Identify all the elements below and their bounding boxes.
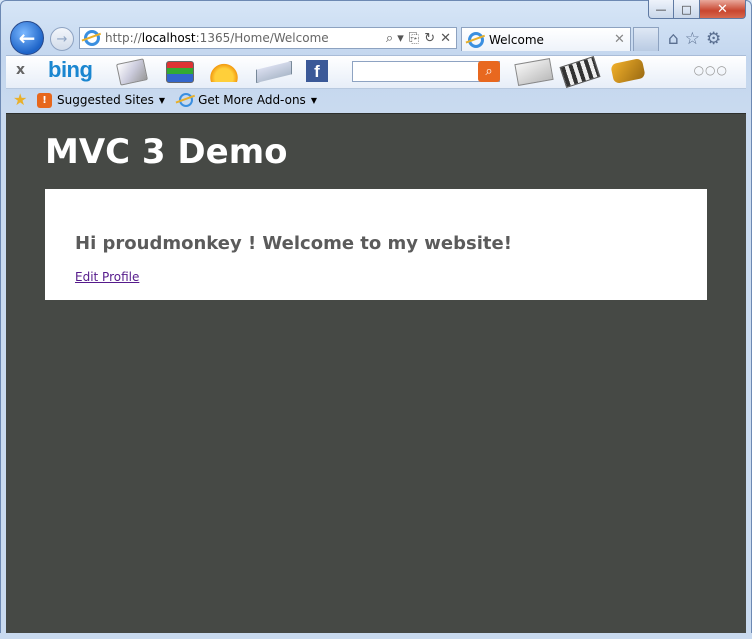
bottom-frame — [0, 633, 752, 639]
back-button[interactable]: ← — [10, 21, 44, 55]
add-favorites-star-icon[interactable]: ★ — [13, 91, 31, 109]
weather-icon[interactable] — [210, 60, 238, 82]
browser-window: — □ ✕ ← → http://localhost:1365/Home/Wel… — [0, 0, 752, 639]
suggested-sites-button[interactable]: ! Suggested Sites ▼ — [37, 92, 166, 108]
facebook-icon[interactable]: f — [306, 60, 328, 82]
movies-icon[interactable] — [559, 55, 601, 89]
favorites-bar: ★ ! Suggested Sites ▼ Get More Add-ons ▼ — [6, 88, 746, 112]
welcome-panel: Hi proudmonkey ! Welcome to my website! … — [45, 189, 707, 300]
address-bar[interactable]: http://localhost:1365/Home/Welcome ⌕ ▾ ⎘… — [79, 27, 457, 49]
stop-icon[interactable]: ✕ — [440, 31, 451, 46]
minimize-button[interactable]: — — [648, 0, 674, 19]
suggested-sites-label: Suggested Sites — [57, 93, 154, 107]
mail-icon[interactable] — [256, 61, 292, 83]
chevron-down-icon: ▼ — [310, 95, 317, 105]
news-icon[interactable] — [116, 58, 148, 86]
address-tools: ⌕ ▾ ⎘ ↻ ✕ — [386, 31, 456, 46]
url-host: localhost — [141, 31, 196, 45]
gear-icon[interactable]: ⚙ — [706, 29, 721, 49]
more-options-icon[interactable]: ○○○ — [694, 63, 728, 77]
suggested-sites-icon: ! — [37, 92, 52, 108]
page-title: MVC 3 Demo — [45, 132, 288, 172]
get-more-addons-label: Get More Add-ons — [198, 93, 306, 107]
command-icons: ⌂ ☆ ⚙ — [668, 29, 721, 49]
refresh-icon[interactable]: ↻ — [424, 31, 435, 46]
forward-button[interactable]: → — [50, 27, 74, 51]
favorites-star-icon[interactable]: ☆ — [685, 29, 700, 49]
finance-icon[interactable] — [514, 58, 554, 86]
search-dropdown-icon[interactable]: ⌕ ▾ — [386, 31, 404, 46]
arrow-right-icon: → — [56, 31, 68, 47]
new-tab-button[interactable] — [633, 27, 659, 51]
edit-profile-link[interactable]: Edit Profile — [75, 270, 139, 284]
compatibility-view-icon[interactable]: ⎘ — [409, 31, 419, 46]
tab-welcome[interactable]: Welcome ✕ — [461, 27, 631, 51]
tab-close-icon[interactable]: ✕ — [614, 32, 630, 47]
bing-logo[interactable]: bing — [48, 57, 93, 83]
chevron-down-icon: ▼ — [158, 95, 166, 105]
url-prefix: http:// — [105, 31, 142, 45]
tab-ie-icon — [468, 31, 484, 48]
url-path: :1365/Home/Welcome — [195, 31, 329, 45]
get-more-addons-button[interactable]: Get More Add-ons ▼ — [179, 93, 317, 107]
welcome-message: Hi proudmonkey ! Welcome to my website! — [75, 233, 512, 254]
address-url[interactable]: http://localhost:1365/Home/Welcome — [105, 31, 386, 45]
window-caption-buttons: — □ ✕ — [648, 0, 746, 19]
maps-icon[interactable] — [166, 61, 194, 83]
page-content: MVC 3 Demo Hi proudmonkey ! Welcome to m… — [6, 113, 746, 634]
tab-label: Welcome — [489, 32, 544, 47]
close-window-button[interactable]: ✕ — [700, 0, 746, 19]
search-icon[interactable]: ⌕ — [478, 61, 500, 82]
games-icon[interactable] — [610, 57, 646, 85]
addons-ie-icon — [179, 93, 194, 107]
ie-page-icon — [84, 30, 100, 46]
maximize-button[interactable]: □ — [674, 0, 700, 19]
home-icon[interactable]: ⌂ — [668, 29, 679, 49]
close-toolbar-icon[interactable]: x — [16, 62, 25, 78]
bing-toolbar: x bing f ⌕ ○○○ — [6, 55, 746, 89]
arrow-left-icon: ← — [18, 26, 36, 50]
